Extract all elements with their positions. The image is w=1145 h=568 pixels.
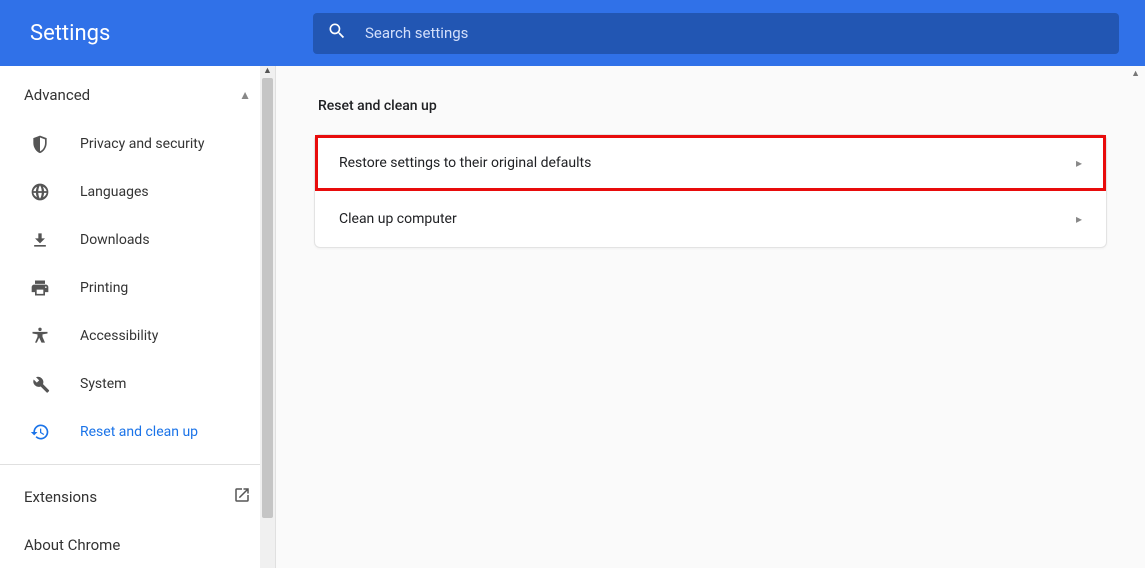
- row-restore[interactable]: Restore settings to their original defau…: [315, 135, 1106, 191]
- sidebar-item-privacy[interactable]: Privacy and security: [0, 120, 275, 168]
- printer-icon: [28, 276, 52, 300]
- sidebar-item-label: System: [80, 376, 126, 392]
- shield-icon: [28, 132, 52, 156]
- sidebar-section-label: Advanced: [24, 86, 90, 104]
- scroll-thumb[interactable]: [262, 78, 273, 518]
- sidebar: Advanced ▲ Privacy and security Languages…: [0, 66, 276, 568]
- sidebar-section-advanced[interactable]: Advanced ▲: [0, 66, 275, 120]
- main-content: ▲ Reset and clean up Restore settings to…: [276, 66, 1145, 568]
- download-icon: [28, 228, 52, 252]
- sidebar-item-extensions[interactable]: Extensions: [0, 473, 275, 521]
- settings-card: Restore settings to their original defau…: [314, 134, 1107, 248]
- sidebar-item-label: Extensions: [24, 488, 97, 506]
- sidebar-item-label: Downloads: [80, 232, 150, 248]
- sidebar-item-languages[interactable]: Languages: [0, 168, 275, 216]
- sidebar-item-downloads[interactable]: Downloads: [0, 216, 275, 264]
- header: Settings: [0, 0, 1145, 66]
- search-input[interactable]: [365, 24, 1105, 42]
- row-label: Restore settings to their original defau…: [339, 155, 591, 171]
- scroll-up-icon[interactable]: ▲: [260, 66, 275, 76]
- sidebar-item-label: Printing: [80, 280, 128, 296]
- chevron-right-icon: ▸: [1076, 156, 1082, 170]
- sidebar-item-label: About Chrome: [24, 536, 120, 554]
- chevron-right-icon: ▸: [1076, 212, 1082, 226]
- sidebar-item-label: Accessibility: [80, 328, 158, 344]
- chevron-up-icon: ▲: [239, 88, 251, 102]
- divider: [0, 464, 275, 465]
- search-box[interactable]: [313, 13, 1119, 54]
- scroll-up-icon[interactable]: ▲: [1131, 68, 1140, 79]
- open-in-new-icon: [233, 486, 251, 508]
- history-icon: [28, 420, 52, 444]
- sidebar-item-accessibility[interactable]: Accessibility: [0, 312, 275, 360]
- scrollbar[interactable]: ▲: [260, 66, 275, 568]
- sidebar-item-system[interactable]: System: [0, 360, 275, 408]
- sidebar-item-label: Reset and clean up: [80, 424, 198, 440]
- wrench-icon: [28, 372, 52, 396]
- search-icon: [327, 21, 365, 45]
- row-cleanup[interactable]: Clean up computer ▸: [315, 191, 1106, 247]
- page-title: Settings: [18, 21, 313, 46]
- accessibility-icon: [28, 324, 52, 348]
- sidebar-item-about-chrome[interactable]: About Chrome: [0, 521, 275, 568]
- sidebar-item-label: Privacy and security: [80, 136, 204, 152]
- sidebar-item-reset[interactable]: Reset and clean up: [0, 408, 275, 456]
- globe-icon: [28, 180, 52, 204]
- row-label: Clean up computer: [339, 211, 457, 227]
- section-title: Reset and clean up: [314, 98, 1107, 114]
- sidebar-item-printing[interactable]: Printing: [0, 264, 275, 312]
- sidebar-item-label: Languages: [80, 184, 149, 200]
